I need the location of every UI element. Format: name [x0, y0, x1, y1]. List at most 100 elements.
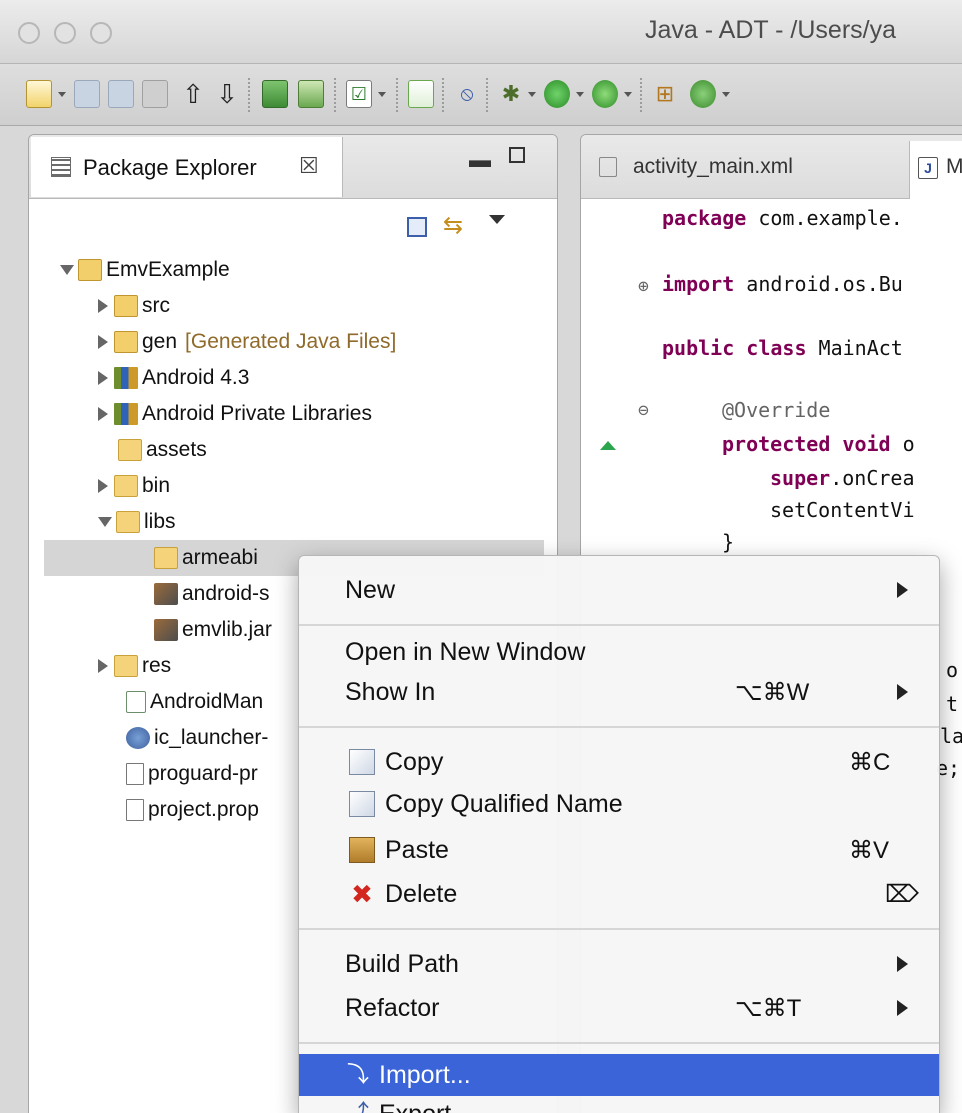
code-line[interactable]: import android.os.Bu: [662, 272, 903, 296]
menu-item-new[interactable]: New: [299, 570, 939, 610]
new-dropdown-arrow-icon[interactable]: [58, 92, 66, 97]
ide-window: Java - ADT - /Users/ya ⇧ ⇩ ☑ ⦸ ✱ ⊞ Packa…: [0, 0, 962, 1113]
code-line[interactable]: protected void o: [722, 432, 915, 456]
tree-item-android-sdk[interactable]: Android 4.3: [98, 360, 249, 396]
menu-item-import[interactable]: ⤵ Import...: [299, 1054, 939, 1096]
fold-collapse-icon[interactable]: ⊖: [638, 400, 649, 421]
expand-icon[interactable]: [98, 659, 108, 673]
code-fragment: la: [940, 724, 962, 748]
code-line[interactable]: package com.example.: [662, 206, 903, 230]
toolbar-separator: [248, 78, 250, 112]
submenu-arrow-icon: [897, 684, 908, 700]
collapse-all-icon[interactable]: [407, 217, 427, 237]
download-icon[interactable]: ⇩: [214, 80, 240, 108]
tree-item-android-manifest[interactable]: AndroidMan: [126, 684, 263, 720]
tree-item-ic-launcher[interactable]: ic_launcher-: [126, 720, 268, 756]
menu-separator: [299, 1042, 939, 1044]
editor-tab-label-truncated: M: [946, 155, 962, 178]
code-line[interactable]: public class MainAct: [662, 336, 903, 360]
maximize-view-icon[interactable]: [509, 147, 525, 163]
zoom-window-button[interactable]: [90, 22, 112, 44]
tree-item-libs[interactable]: libs: [98, 504, 176, 540]
toolbar-separator: [486, 78, 488, 112]
menu-item-copy-qualified-name[interactable]: Copy Qualified Name: [299, 784, 939, 824]
tree-item-emvlib-jar[interactable]: emvlib.jar: [154, 612, 272, 648]
expand-icon[interactable]: [98, 299, 108, 313]
tree-item-assets[interactable]: assets: [118, 432, 207, 468]
tree-item-project-properties[interactable]: project.prop: [126, 792, 259, 828]
menu-item-export[interactable]: ⤴ Export...: [299, 1096, 939, 1113]
menu-item-paste[interactable]: Paste ⌘V: [299, 830, 939, 870]
menu-item-show-in[interactable]: Show In ⌥⌘W: [299, 672, 939, 712]
menu-item-copy[interactable]: Copy ⌘C: [299, 742, 939, 782]
minimize-view-icon[interactable]: ▬: [469, 147, 491, 173]
link-with-editor-icon[interactable]: ⇆: [443, 211, 463, 240]
new-class-icon[interactable]: [690, 80, 716, 108]
override-marker-icon: [600, 441, 616, 450]
avd-manager-icon[interactable]: [298, 80, 324, 108]
submenu-arrow-icon: [897, 956, 908, 972]
menu-item-refactor[interactable]: Refactor ⌥⌘T: [299, 988, 939, 1028]
tree-item-res[interactable]: res: [98, 648, 171, 684]
editor-tab-activity-main[interactable]: activity_main.xml: [633, 155, 793, 179]
run-dropdown-arrow-icon[interactable]: [576, 92, 584, 97]
close-window-button[interactable]: [18, 22, 40, 44]
print-icon[interactable]: [142, 80, 168, 108]
folder-icon: [116, 511, 140, 533]
tree-item-proguard[interactable]: proguard-pr: [126, 756, 258, 792]
tree-item-gen[interactable]: gen [Generated Java Files]: [98, 324, 396, 360]
minimize-window-button[interactable]: [54, 22, 76, 44]
expand-collapse-icon[interactable]: [60, 265, 74, 275]
shortcut-label: ⌥⌘T: [735, 994, 802, 1022]
expand-icon[interactable]: [98, 407, 108, 421]
lint-check-icon[interactable]: ☑: [346, 80, 372, 108]
lint-dropdown-arrow-icon[interactable]: [378, 92, 386, 97]
tree-item-src[interactable]: src: [98, 288, 170, 324]
view-menu-icon[interactable]: [489, 215, 505, 224]
library-icon: [114, 403, 138, 425]
code-line[interactable]: }: [722, 530, 734, 554]
tree-item-label: Android 4.3: [142, 366, 250, 389]
menu-item-build-path[interactable]: Build Path: [299, 944, 939, 984]
expand-icon[interactable]: [98, 371, 108, 385]
new-android-project-icon[interactable]: [408, 80, 434, 108]
debug-icon[interactable]: ✱: [498, 80, 524, 108]
editor-tab-java-file[interactable]: J M: [909, 141, 962, 199]
external-tools-dropdown-arrow-icon[interactable]: [624, 92, 632, 97]
menu-separator: [299, 928, 939, 930]
code-line[interactable]: setContentVi: [770, 498, 915, 522]
save-icon[interactable]: [74, 80, 100, 108]
sdk-manager-icon[interactable]: [262, 80, 288, 108]
new-class-dropdown-arrow-icon[interactable]: [722, 92, 730, 97]
upload-icon[interactable]: ⇧: [180, 80, 206, 108]
folder-icon: [154, 547, 178, 569]
expand-icon[interactable]: [98, 335, 108, 349]
tree-item-armeabi[interactable]: armeabi: [154, 540, 258, 576]
skip-breakpoints-icon[interactable]: ⦸: [454, 80, 480, 108]
menu-item-open-in-new-window[interactable]: Open in New Window: [299, 632, 939, 672]
shortcut-label: ⌦: [885, 880, 919, 908]
expand-icon[interactable]: [98, 479, 108, 493]
tree-item-android-support-jar[interactable]: android-s: [154, 576, 270, 612]
collapse-icon[interactable]: [98, 517, 112, 527]
fold-expand-icon[interactable]: ⊕: [638, 276, 649, 297]
external-tools-icon[interactable]: [592, 80, 618, 108]
tree-item-project[interactable]: EmvExample: [60, 252, 230, 288]
code-line[interactable]: @Override: [722, 398, 830, 422]
package-explorer-tab[interactable]: Package Explorer ☒: [31, 137, 343, 197]
debug-dropdown-arrow-icon[interactable]: [528, 92, 536, 97]
tree-item-private-libraries[interactable]: Android Private Libraries: [98, 396, 372, 432]
code-line[interactable]: super.onCrea: [770, 466, 915, 490]
tree-item-label: res: [142, 654, 172, 677]
submenu-arrow-icon: [897, 1000, 908, 1016]
new-package-icon[interactable]: ⊞: [652, 80, 678, 108]
copy-icon: [349, 749, 375, 775]
run-icon[interactable]: [544, 80, 570, 108]
save-all-icon[interactable]: [108, 80, 134, 108]
close-tab-icon[interactable]: ☒: [299, 153, 319, 179]
tree-item-bin[interactable]: bin: [98, 468, 170, 504]
source-folder-icon: [114, 295, 138, 317]
menu-item-delete[interactable]: ✖ Delete ⌦: [299, 874, 939, 914]
new-icon[interactable]: [26, 80, 52, 108]
import-icon: ⤵: [346, 1062, 369, 1087]
